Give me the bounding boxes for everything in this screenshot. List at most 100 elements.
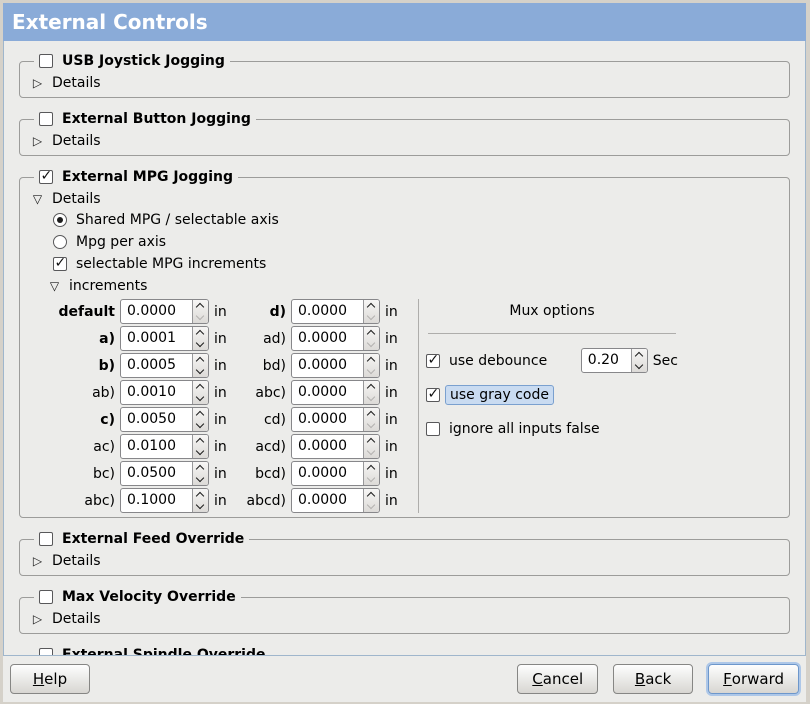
spin-buttons[interactable] [192, 381, 208, 404]
spin-down-icon[interactable] [364, 420, 379, 432]
cancel-button[interactable]: Cancel [517, 664, 598, 694]
usb-details-expander[interactable]: ▷ Details [31, 72, 780, 93]
increment-spinbox[interactable]: 0.0000 [291, 461, 380, 486]
use-gray-code-row: use gray code [426, 382, 678, 407]
spin-buttons[interactable] [363, 435, 379, 458]
increment-spinbox[interactable]: 0.0100 [120, 434, 209, 459]
increment-spinbox[interactable]: 0.0500 [120, 461, 209, 486]
spin-up-icon[interactable] [364, 462, 379, 474]
spin-buttons[interactable] [363, 462, 379, 485]
increment-spinbox[interactable]: 0.0000 [291, 299, 380, 324]
increment-spinbox[interactable]: 0.0000 [291, 353, 380, 378]
spin-buttons[interactable] [192, 354, 208, 377]
spin-down-icon[interactable] [364, 447, 379, 459]
use-gray-code-checkbox[interactable] [426, 388, 440, 402]
increment-spinbox[interactable]: 0.0050 [120, 407, 209, 432]
spin-up-icon[interactable] [364, 381, 379, 393]
increments-grid: default 0.0000 in d) 0.0000 in a) 0.0001… [53, 299, 402, 513]
spin-buttons[interactable] [363, 327, 379, 350]
unit-label: in [385, 331, 402, 347]
radio-shared-mpg[interactable]: Shared MPG / selectable axis [53, 209, 780, 231]
spin-up-icon[interactable] [364, 300, 379, 312]
spin-up-icon[interactable] [364, 327, 379, 339]
spin-down-icon[interactable] [193, 393, 208, 405]
increment-spinbox[interactable]: 0.0010 [120, 380, 209, 405]
increments-expander[interactable]: ▽ increments [48, 275, 780, 296]
increment-spinbox[interactable]: 0.0000 [291, 488, 380, 513]
spin-up-icon[interactable] [364, 408, 379, 420]
spin-down-icon[interactable] [193, 474, 208, 486]
spin-down-icon[interactable] [632, 361, 647, 373]
spin-buttons[interactable] [363, 489, 379, 512]
spin-down-icon[interactable] [364, 474, 379, 486]
spin-up-icon[interactable] [193, 327, 208, 339]
selectable-increments-checkbox[interactable] [53, 257, 67, 271]
debounce-spinbox[interactable]: 0.20 [581, 348, 648, 373]
spin-buttons[interactable] [192, 408, 208, 431]
spin-up-icon[interactable] [632, 349, 647, 361]
spin-down-icon[interactable] [193, 420, 208, 432]
spin-down-icon[interactable] [193, 366, 208, 378]
spin-up-icon[interactable] [364, 435, 379, 447]
spin-buttons[interactable] [192, 327, 208, 350]
max-velocity-checkbox[interactable] [39, 590, 53, 604]
spin-down-icon[interactable] [193, 339, 208, 351]
horizontal-separator [428, 333, 676, 334]
spin-up-icon[interactable] [193, 381, 208, 393]
spin-buttons[interactable] [363, 354, 379, 377]
spin-up-icon[interactable] [193, 408, 208, 420]
spin-down-icon[interactable] [193, 312, 208, 324]
increment-spinbox[interactable]: 0.0000 [291, 407, 380, 432]
spin-up-icon[interactable] [364, 354, 379, 366]
spin-buttons[interactable] [363, 408, 379, 431]
feed-override-checkbox[interactable] [39, 532, 53, 546]
help-button[interactable]: Help [10, 664, 90, 694]
spin-up-icon[interactable] [193, 489, 208, 501]
spin-up-icon[interactable] [364, 489, 379, 501]
spin-down-icon[interactable] [364, 501, 379, 513]
increment-spinbox[interactable]: 0.0000 [291, 434, 380, 459]
external-mpg-checkbox[interactable] [39, 170, 53, 184]
feed-details-expander[interactable]: ▷ Details [31, 550, 780, 571]
spin-buttons[interactable] [192, 435, 208, 458]
usb-joystick-checkbox[interactable] [39, 54, 53, 68]
spin-buttons[interactable] [363, 381, 379, 404]
increment-spinbox[interactable]: 0.0000 [120, 299, 209, 324]
radio-button[interactable] [53, 235, 67, 249]
spin-buttons[interactable] [192, 489, 208, 512]
ignore-inputs-checkbox[interactable] [426, 422, 440, 436]
external-button-checkbox[interactable] [39, 112, 53, 126]
spin-up-icon[interactable] [193, 300, 208, 312]
increment-spinbox[interactable]: 0.0000 [291, 326, 380, 351]
radio-button-selected[interactable] [53, 213, 67, 227]
use-debounce-checkbox[interactable] [426, 354, 440, 368]
button-details-expander[interactable]: ▷ Details [31, 130, 780, 151]
increment-spinbox[interactable]: 0.0000 [291, 380, 380, 405]
forward-button[interactable]: Forward [708, 664, 799, 694]
unit-label: in [214, 331, 231, 347]
increment-spinbox[interactable]: 0.1000 [120, 488, 209, 513]
spin-down-icon[interactable] [193, 447, 208, 459]
spin-down-icon[interactable] [364, 366, 379, 378]
maxvel-details-expander[interactable]: ▷ Details [31, 608, 780, 629]
spin-down-icon[interactable] [364, 339, 379, 351]
back-button[interactable]: Back [613, 664, 693, 694]
spin-buttons[interactable] [192, 462, 208, 485]
radio-mpg-per-axis[interactable]: Mpg per axis [53, 231, 780, 253]
spindle-override-checkbox[interactable] [39, 648, 53, 656]
spin-up-icon[interactable] [193, 462, 208, 474]
spin-down-icon[interactable] [364, 393, 379, 405]
spin-buttons[interactable] [631, 349, 647, 372]
spin-buttons[interactable] [363, 300, 379, 323]
spin-up-icon[interactable] [193, 435, 208, 447]
increment-spinbox[interactable]: 0.0001 [120, 326, 209, 351]
spin-up-icon[interactable] [193, 354, 208, 366]
unit-label: in [385, 304, 402, 320]
selectable-increments-row[interactable]: selectable MPG increments [53, 253, 780, 275]
spin-down-icon[interactable] [364, 312, 379, 324]
mpg-details-expander[interactable]: ▽ Details [31, 188, 780, 209]
spin-down-icon[interactable] [193, 501, 208, 513]
checkbox-label-focused[interactable]: use gray code [445, 385, 554, 405]
spin-buttons[interactable] [192, 300, 208, 323]
increment-spinbox[interactable]: 0.0005 [120, 353, 209, 378]
